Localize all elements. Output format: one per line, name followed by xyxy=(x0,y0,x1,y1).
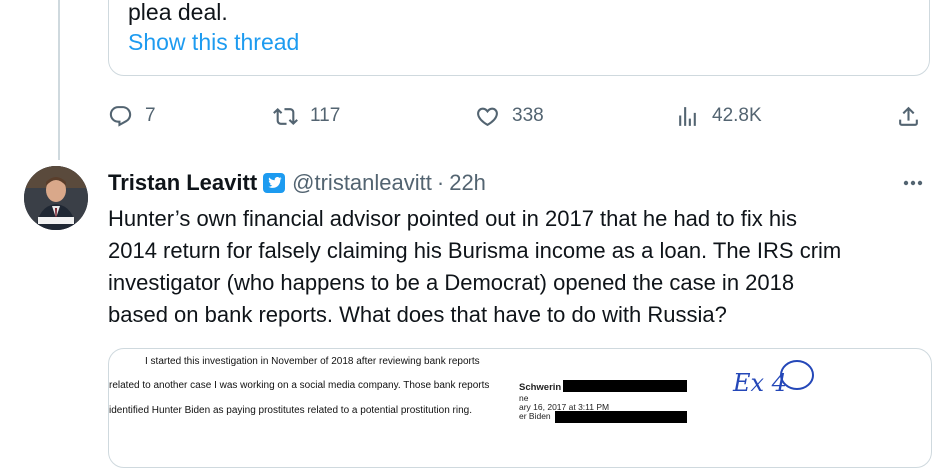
redaction-bar xyxy=(563,380,687,392)
exhibit-mark: Ex 4 xyxy=(732,369,787,397)
share-icon xyxy=(899,106,918,126)
tweet-body-text: Hunter’s own financial advisor pointed o… xyxy=(108,206,842,327)
tweet-header: Tristan Leavitt @tristanleavitt · 22h xyxy=(108,168,486,198)
tweet-media-image[interactable]: I started this investigation in November… xyxy=(108,348,932,468)
reply-button[interactable]: 7 xyxy=(108,98,156,134)
avatar[interactable] xyxy=(24,166,88,230)
thread-connector-line xyxy=(58,0,60,160)
like-count: 338 xyxy=(512,105,544,126)
retweet-count: 117 xyxy=(310,105,341,126)
verified-badge-icon xyxy=(263,173,286,193)
exhibit-stamp: Ex 4 xyxy=(732,360,814,397)
document-line-3: identified Hunter Biden as paying prosti… xyxy=(109,405,472,416)
show-thread-link[interactable]: Show this thread xyxy=(128,29,299,56)
reply-icon xyxy=(109,105,132,127)
more-options-icon[interactable] xyxy=(898,170,928,196)
avatar-photo xyxy=(24,166,88,230)
heart-icon xyxy=(477,107,498,126)
retweet-icon xyxy=(273,107,298,125)
redaction-bar xyxy=(555,411,687,423)
views-button[interactable]: 42.8K xyxy=(675,98,762,134)
quoted-tweet-text: plea deal. xyxy=(128,0,228,25)
document-line-2: related to another case I was working on… xyxy=(109,380,490,391)
views-count: 42.8K xyxy=(712,105,762,126)
author-handle[interactable]: @tristanleavitt xyxy=(292,170,432,196)
like-button[interactable]: 338 xyxy=(475,98,544,134)
bar-chart-icon xyxy=(679,106,696,126)
separator-dot: · xyxy=(436,170,445,195)
tweet-timestamp[interactable]: 22h xyxy=(449,170,486,196)
quoted-tweet-card[interactable]: plea deal. Show this thread xyxy=(108,0,930,76)
email-sender-name: Schwerin xyxy=(519,382,562,393)
reply-count: 7 xyxy=(145,105,156,126)
author-name[interactable]: Tristan Leavitt xyxy=(108,170,257,196)
tweet-action-bar: 7 117 338 42.8K xyxy=(108,98,928,134)
document-line-1: I started this investigation in November… xyxy=(145,356,480,367)
share-button[interactable] xyxy=(896,98,921,134)
retweet-button[interactable]: 117 xyxy=(273,98,340,134)
email-recipient: er Biden xyxy=(519,411,551,421)
